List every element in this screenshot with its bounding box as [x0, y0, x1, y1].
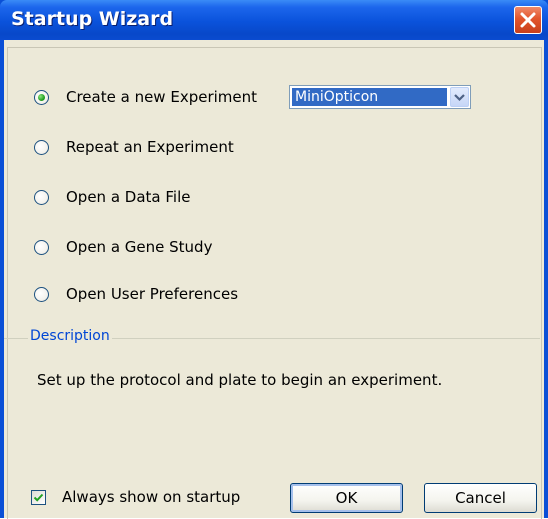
cancel-button[interactable]: Cancel: [424, 483, 537, 513]
close-button[interactable]: [514, 6, 542, 34]
radio-button-selected[interactable]: [34, 89, 49, 105]
option-label: Create a new Experiment: [66, 88, 258, 106]
always-show-option[interactable]: Always show on startup: [31, 487, 240, 507]
always-show-checkbox[interactable]: [31, 489, 46, 505]
always-show-label: Always show on startup: [62, 488, 241, 506]
description-title: Description: [28, 328, 112, 344]
option-create-new-experiment[interactable]: Create a new Experiment: [34, 85, 257, 109]
description-text: Set up the protocol and plate to begin a…: [37, 371, 443, 389]
startup-wizard-window: Startup Wizard Create a new Experiment M…: [0, 0, 548, 519]
radio-button[interactable]: [34, 286, 49, 302]
ok-button[interactable]: OK: [290, 483, 403, 513]
instrument-select[interactable]: MiniOpticon: [289, 85, 471, 109]
window-title: Startup Wizard: [11, 8, 174, 30]
option-repeat-experiment[interactable]: Repeat an Experiment: [34, 135, 234, 159]
option-label: Open User Preferences: [66, 285, 239, 303]
dropdown-button[interactable]: [450, 87, 469, 107]
option-label: Open a Gene Study: [66, 238, 213, 256]
option-label: Open a Data File: [66, 188, 191, 206]
dialog-body: Create a new Experiment MiniOpticon Repe…: [4, 40, 544, 519]
chevron-down-icon: [454, 94, 465, 102]
radio-button[interactable]: [34, 139, 49, 155]
instrument-select-value: MiniOpticon: [292, 88, 447, 106]
option-open-gene-study[interactable]: Open a Gene Study: [34, 235, 212, 259]
radio-button[interactable]: [34, 189, 49, 205]
option-open-user-preferences[interactable]: Open User Preferences: [34, 282, 238, 306]
title-bar[interactable]: Startup Wizard: [0, 0, 548, 40]
close-icon: [520, 12, 536, 28]
option-open-data-file[interactable]: Open a Data File: [34, 185, 190, 209]
check-icon: [33, 493, 44, 502]
radio-button[interactable]: [34, 239, 49, 255]
option-label: Repeat an Experiment: [66, 138, 234, 156]
